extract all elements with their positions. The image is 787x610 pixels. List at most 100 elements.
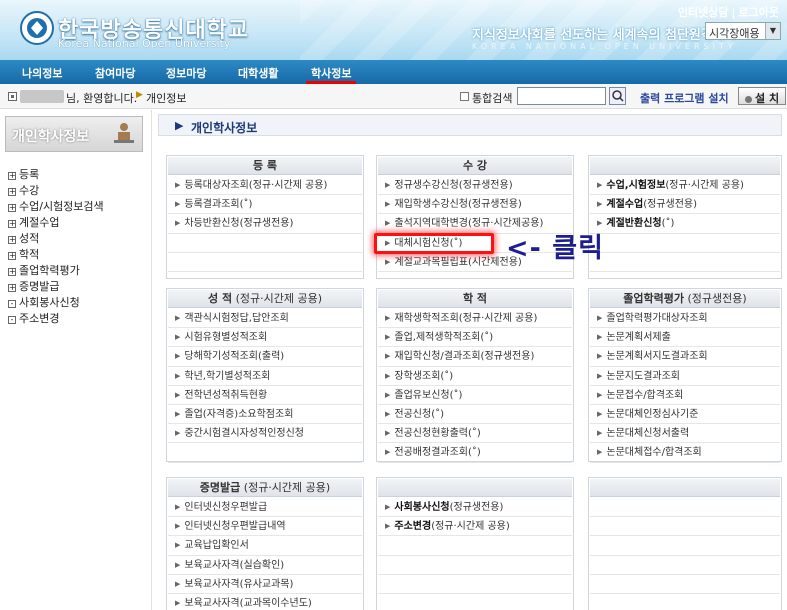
expand-icon[interactable]: +	[8, 172, 16, 180]
empty-row	[590, 498, 780, 518]
menu-link-graduate-records[interactable]: ▶ 졸업,제적생학적조회(˚)	[378, 328, 572, 348]
sidebar-item-course[interactable]: + 수강	[8, 182, 104, 198]
menu-link-class-exam-info[interactable]: ▶ 수업,시험정보(정규·시간제 공용)	[590, 176, 780, 196]
expand-icon[interactable]: +	[8, 188, 16, 196]
menu-link-thesis-guidance-result[interactable]: ▶ 논문지도결과조회	[590, 367, 780, 386]
menu-link-register-target[interactable]: ▶ 등록대상자조회(정규·시간제 공용)	[168, 176, 362, 196]
sidebar-item-label: 계절수업	[19, 216, 60, 229]
top-links: 인터넷상담 | 로그아웃	[677, 6, 779, 19]
header-slogan-english: KOREA NATIONAL OPEN UNIVERSITY	[472, 42, 737, 51]
menu-link-address-change[interactable]: ▶ 주소변경(정규·시간제 공용)	[378, 517, 572, 537]
chevron-down-icon[interactable]: ▼	[765, 23, 780, 39]
expand-icon[interactable]: +	[8, 204, 16, 212]
menu-link-major-assignment-result[interactable]: ▶ 전공배정결과조회(˚)	[378, 443, 572, 463]
menu-link-midterm-absence[interactable]: ▶ 중간시험결시자성적인정신청	[168, 424, 362, 444]
sidebar-item-grades[interactable]: + 성적	[8, 230, 104, 246]
menu-link-readmission-request[interactable]: ▶ 재입학신청/결과조회(정규생전용)	[378, 347, 572, 367]
menu-link-total-grade-status[interactable]: ▶ 전학년성적취득현황	[168, 386, 362, 405]
menu-link-thesis-alternative-print[interactable]: ▶ 논문대체신청서출력	[590, 424, 780, 444]
search-label: 통합검색	[472, 92, 513, 105]
menu-link-thesis-plan-result[interactable]: ▶ 논문계획서지도결과조회	[590, 347, 780, 367]
sidebar-item-social-service[interactable]: - 사회봉사신청	[8, 294, 104, 310]
panel-header: 성 적 (정규·시간제 공용)	[168, 290, 362, 308]
print-program-install-link[interactable]: 출력 프로그램 설치	[640, 90, 729, 106]
menu-link-grades-by-exam-type[interactable]: ▶ 시험유형별성적조회	[168, 328, 362, 348]
sidebar-item-address-change[interactable]: - 주소변경	[8, 310, 104, 326]
menu-link-objective-exam-answers[interactable]: ▶ 객관식시험정답,답안조회	[168, 309, 362, 329]
expand-icon[interactable]: +	[8, 252, 16, 260]
sidebar-item-seasonal-class[interactable]: + 계절수업	[8, 214, 104, 230]
click-highlight-box	[374, 233, 494, 254]
menu-link-thesis-alternative-pass[interactable]: ▶ 논문대체접수/합격조회	[590, 443, 780, 463]
empty-row	[378, 536, 572, 556]
menu-link-thesis-plan-submit[interactable]: ▶ 논문계획서제출	[590, 328, 780, 348]
expand-icon[interactable]: +	[8, 268, 16, 276]
menu-link-readmission-enrollment[interactable]: ▶ 재입학생수강신청(정규생전용)	[378, 195, 572, 215]
accessibility-select-value: 시각장애용	[709, 27, 760, 40]
empty-row	[168, 253, 362, 272]
menu-link-scholarship[interactable]: ▶ 장학생조회(˚)	[378, 367, 572, 386]
sidebar-item-class-exam-search[interactable]: + 수업/시험정보검색	[8, 198, 104, 214]
collapse-icon[interactable]: -	[8, 300, 16, 308]
menu-link-major-status-print[interactable]: ▶ 전공신청현황출력(˚)	[378, 424, 572, 444]
menu-link-online-mail-issue[interactable]: ▶ 인터넷신청우편발급	[168, 498, 362, 518]
collapse-icon[interactable]: -	[8, 316, 16, 324]
menu-link-current-semester-grades[interactable]: ▶ 당해학기성적조회(출력)	[168, 347, 362, 367]
menu-link-required-credits[interactable]: ▶ 졸업(자격증)소요학점조회	[168, 405, 362, 425]
menu-link-thesis-alternative-criteria[interactable]: ▶ 논문대체인정심사기준	[590, 405, 780, 425]
menu-link-regular-enrollment[interactable]: ▶ 정규생수강신청(정규생전용)	[378, 176, 572, 196]
menu-link-register-result[interactable]: ▶ 등록결과조회(˚)	[168, 195, 362, 215]
sidebar-item-register[interactable]: + 등록	[8, 166, 104, 182]
title-arrow-icon: ▶	[175, 119, 184, 132]
menu-link-grades-by-year[interactable]: ▶ 학년,학기별성적조회	[168, 367, 362, 386]
menu-link-major-request[interactable]: ▶ 전공신청(˚)	[378, 405, 572, 425]
nav-item-information[interactable]: 정보마당	[166, 65, 206, 81]
sidebar-item-graduation-eval[interactable]: + 졸업학력평가	[8, 262, 104, 278]
sidebar-item-label: 성적	[19, 232, 40, 245]
menu-link-seasonal-class[interactable]: ▶ 계절수업(정규생전용)	[590, 195, 780, 215]
menu-link-thesis-pass[interactable]: ▶ 논문접수/합격조회	[590, 386, 780, 405]
nav-item-academic-info[interactable]: 학사정보	[311, 65, 351, 81]
menu-link-childcare-similar-courses[interactable]: ▶ 보육교사자격(유사교과목)	[168, 575, 362, 594]
sidebar-item-records[interactable]: + 학적	[8, 246, 104, 262]
menu-link-childcare-course-year[interactable]: ▶ 보육교사자격(교과목이수년도)	[168, 594, 362, 610]
search-button[interactable]	[609, 87, 626, 105]
panel-rows: ▶ 객관식시험정답,답안조회 ▶ 시험유형별성적조회 ▶ 당해학기성적조회(출력) ▶…	[168, 309, 362, 463]
breadcrumb[interactable]: 개인정보	[146, 90, 186, 106]
sidebar-item-label: 등록	[19, 168, 40, 181]
menu-link-graduation-deferral[interactable]: ▶ 졸업유보신청(˚)	[378, 386, 572, 405]
sidebar-item-certificate[interactable]: + 증명발급	[8, 278, 104, 294]
search-input[interactable]	[517, 87, 606, 105]
expand-icon[interactable]: +	[8, 236, 16, 244]
expand-icon[interactable]: +	[8, 284, 16, 292]
nav-item-my-info[interactable]: 나의정보	[22, 65, 62, 81]
search-icon	[612, 90, 624, 102]
click-instruction-note: <- 클릭	[506, 233, 604, 264]
install-button-label: 설 치	[755, 92, 780, 105]
nav-item-campus-life[interactable]: 대학생활	[238, 65, 278, 81]
university-logo[interactable]	[20, 11, 54, 45]
counsel-link[interactable]: 인터넷상담	[678, 6, 729, 19]
nav-item-participation[interactable]: 참여마당	[95, 65, 135, 81]
sidebar-title-banner: 개인학사정보	[5, 116, 143, 152]
menu-link-childcare-practicum[interactable]: ▶ 보육교사자격(실습확인)	[168, 556, 362, 575]
menu-link-social-service[interactable]: ▶ 사회봉사신청(정규생전용)	[378, 498, 572, 518]
panel-header: 등 록	[168, 157, 362, 175]
page-title: 개인학사정보	[191, 121, 258, 135]
install-button[interactable]: 설 치	[738, 87, 786, 105]
panel-rows: ▶ 재학생학적조회(정규·시간제 공용) ▶ 졸업,제적생학적조회(˚) ▶ 재입학신…	[378, 309, 572, 463]
menu-link-tuition-receipt[interactable]: ▶ 교육납입확인서	[168, 536, 362, 556]
logo-english-name[interactable]: Korea National Open University	[58, 37, 230, 50]
logout-link[interactable]: 로그아웃	[739, 6, 779, 19]
accessibility-select[interactable]: 시각장애용 ▼	[705, 22, 781, 40]
menu-link-student-records[interactable]: ▶ 재학생학적조회(정규·시간제 공용)	[378, 309, 572, 329]
panel-register: 등 록 ▶ 등록대상자조회(정규·시간제 공용) ▶ 등록결과조회(˚) ▶ 차등반환…	[166, 155, 364, 279]
empty-row	[378, 556, 572, 575]
install-icon	[745, 95, 752, 103]
menu-link-refund-request[interactable]: ▶ 차등반환신청(정규생전용)	[168, 214, 362, 234]
menu-link-graduation-eval-target[interactable]: ▶ 졸업학력평가대상자조회	[590, 309, 780, 329]
panel-header	[590, 157, 780, 175]
expand-icon[interactable]: +	[8, 220, 16, 228]
menu-link-seasonal-refund[interactable]: ▶ 계절반환신청(˚)	[590, 214, 780, 234]
menu-link-online-mail-history[interactable]: ▶ 인터넷신청우편발급내역	[168, 517, 362, 537]
